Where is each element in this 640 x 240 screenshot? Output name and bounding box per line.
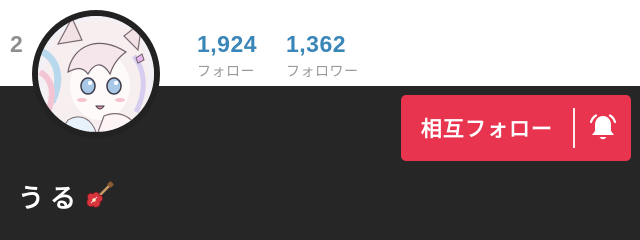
- stat-posts-value: 2: [10, 31, 24, 57]
- stat-followers[interactable]: 1,362 フォロワー: [286, 30, 359, 81]
- stat-followers-label: フォロワー: [286, 64, 359, 80]
- notification-bell-button[interactable]: [575, 114, 631, 142]
- user-display-name: うる: [18, 183, 83, 214]
- bell-icon: [590, 114, 616, 140]
- mutual-follow-label: 相互フォロー: [421, 117, 553, 141]
- stat-posts[interactable]: 2: [10, 30, 23, 63]
- stat-following[interactable]: 1,924 フォロー: [197, 30, 257, 81]
- mutual-follow-button[interactable]: 相互フォロー: [401, 95, 631, 161]
- profile-header: 2 1,924 フォロー 1,362 フォロワー 相互フォロー うる: [0, 0, 640, 240]
- stat-following-value: 1,924: [197, 31, 258, 57]
- guitar-icon: [86, 181, 114, 208]
- stat-followers-value: 1,362: [286, 31, 347, 57]
- avatar-illustration: [38, 16, 154, 132]
- stat-following-label: フォロー: [197, 64, 255, 80]
- avatar[interactable]: [32, 10, 160, 138]
- user-name-row: うる: [18, 176, 114, 216]
